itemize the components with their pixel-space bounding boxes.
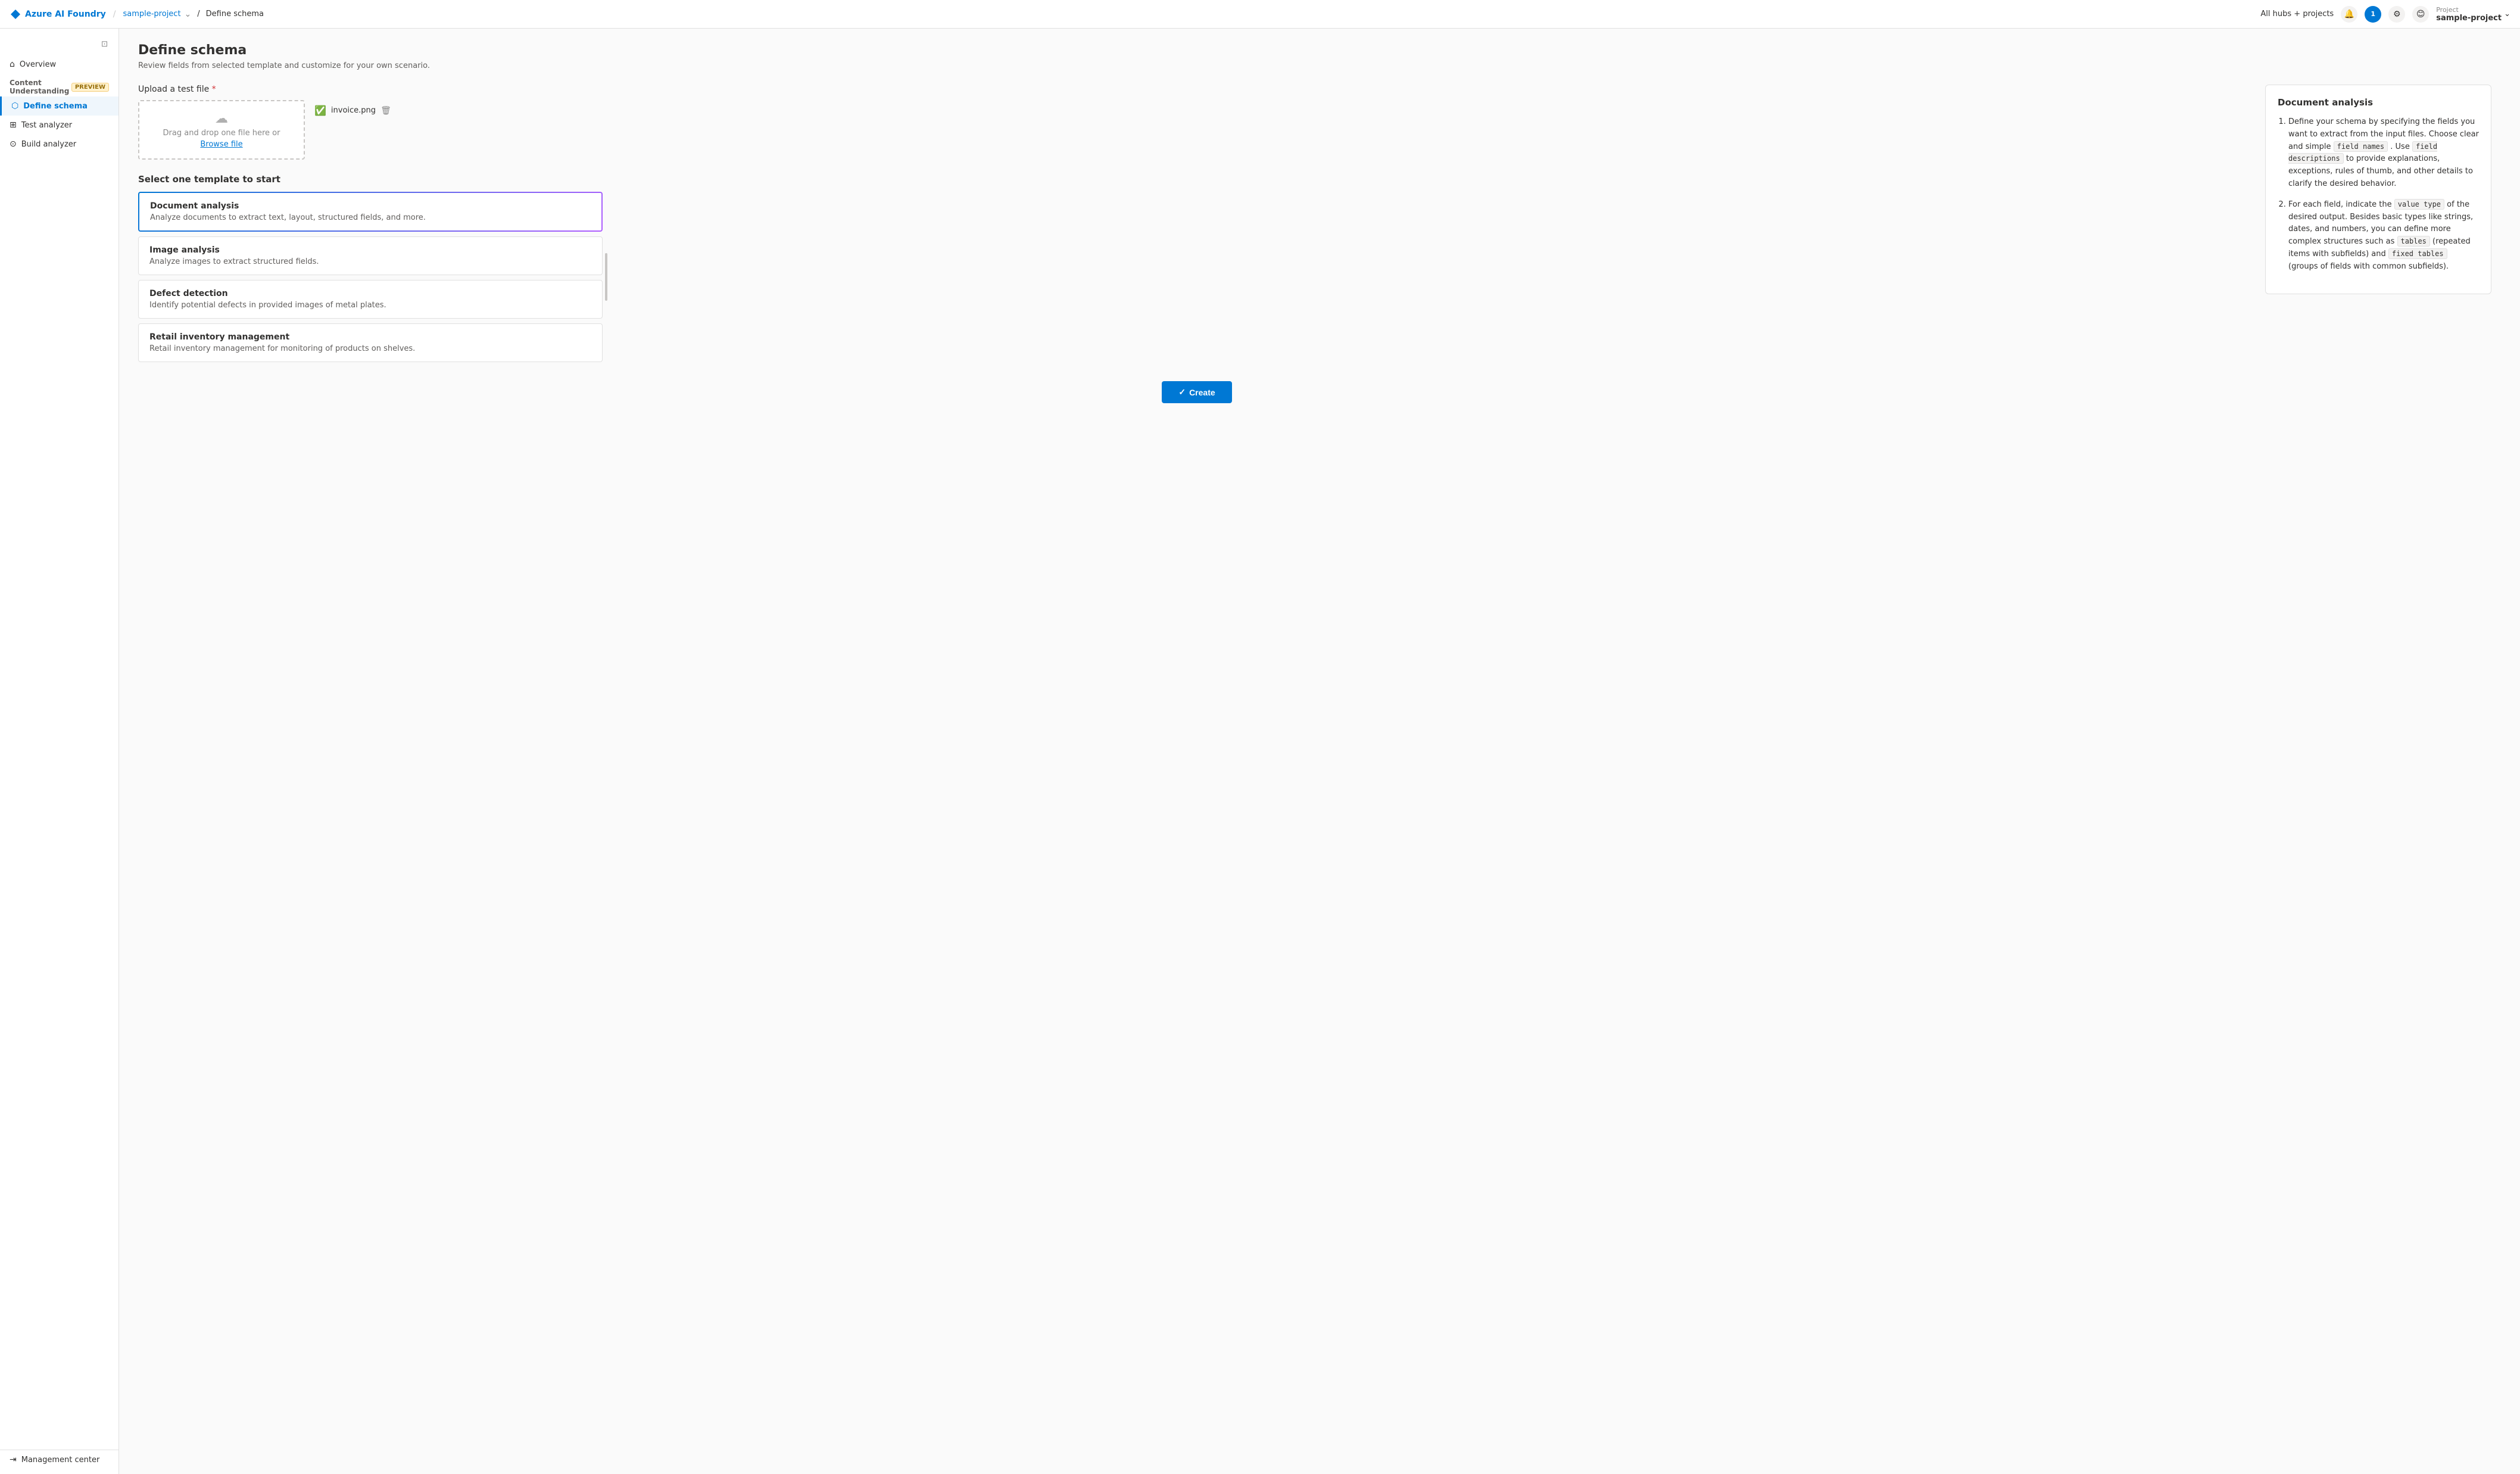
template-desc-document: Analyze documents to extract text, layou… [150, 213, 591, 222]
app-logo[interactable]: Azure AI Foundry [10, 8, 106, 20]
breadcrumb: sample-project ⌄ / Define schema [123, 10, 264, 19]
sidebar-item-build-analyzer[interactable]: ⊙ Build analyzer [0, 135, 118, 154]
delete-file-button[interactable]: 🗑 [381, 105, 391, 116]
breadcrumb-current: Define schema [206, 10, 264, 18]
template-title-defect: Defect detection [149, 289, 591, 298]
template-title-document: Document analysis [150, 201, 591, 211]
template-title-retail: Retail inventory management [149, 332, 591, 342]
all-hubs-link[interactable]: All hubs + projects [2260, 10, 2334, 18]
sidebar-overview-label: Overview [20, 60, 56, 69]
define-schema-icon: ⬡ [11, 101, 18, 111]
management-icon: ⇥ [10, 1455, 17, 1464]
help-panel-list: Define your schema by specifying the fie… [2278, 116, 2479, 273]
main-content-area: Define schema Review fields from selecte… [119, 29, 2520, 1474]
help-step2-code3: fixed tables [2388, 248, 2447, 259]
help-step2-text-after: (groups of fields with common subfields)… [2288, 262, 2449, 271]
help-step2-code2: tables [2397, 236, 2430, 247]
template-desc-image: Analyze images to extract structured fie… [149, 257, 591, 266]
uploaded-filename: invoice.png [331, 106, 376, 115]
nav-right: All hubs + projects 🔔 1 ⚙ 😊 Project samp… [2260, 6, 2510, 23]
template-card-defect-detection[interactable]: Defect detection Identify potential defe… [138, 280, 603, 319]
create-bar: ✓ Create [138, 381, 2256, 403]
template-card-retail-inventory[interactable]: Retail inventory management Retail inven… [138, 323, 603, 362]
upload-row: ☁ Drag and drop one file here or Browse … [138, 100, 2256, 160]
sidebar-item-define-schema[interactable]: ⬡ Define schema [0, 96, 118, 116]
sidebar-management-label: Management center [21, 1456, 100, 1464]
upload-label: Upload a test file * [138, 85, 2256, 94]
uploaded-file-item: ✅ invoice.png 🗑 [305, 100, 401, 121]
user-avatar[interactable]: 😊 [2412, 6, 2429, 23]
template-title-image: Image analysis [149, 245, 591, 255]
main-form: Upload a test file * ☁ Drag and drop one… [138, 85, 2256, 403]
top-navigation: Azure AI Foundry / sample-project ⌄ / De… [0, 0, 2520, 29]
app-name: Azure AI Foundry [25, 10, 106, 19]
help-step2-text-before: For each field, indicate the [2288, 200, 2392, 209]
breadcrumb-sep2: / [197, 10, 199, 18]
sidebar-section-content: Content Understanding PREVIEW [0, 74, 118, 96]
help-step-2: For each field, indicate the value type … [2288, 199, 2479, 273]
help-panel: Document analysis Define your schema by … [2265, 85, 2491, 294]
template-desc-defect: Identify potential defects in provided i… [149, 301, 591, 310]
build-analyzer-icon: ⊙ [10, 139, 17, 149]
notification-badge[interactable]: 1 [2365, 6, 2381, 23]
sidebar: ⊡ ⌂ Overview Content Understanding PREVI… [0, 29, 119, 1474]
sidebar-build-analyzer-label: Build analyzer [21, 140, 76, 149]
project-chevron[interactable]: ⌄ [2504, 10, 2510, 18]
breadcrumb-project[interactable]: sample-project [123, 10, 180, 18]
template-desc-retail: Retail inventory management for monitori… [149, 344, 591, 353]
dropzone-text: Drag and drop one file here or [163, 129, 280, 138]
overview-icon: ⌂ [10, 60, 15, 69]
file-success-icon: ✅ [314, 105, 326, 116]
page-subtitle: Review fields from selected template and… [138, 61, 2501, 70]
sidebar-define-schema-label: Define schema [23, 102, 88, 111]
scrollbar-indicator[interactable] [605, 253, 607, 301]
project-label: Project [2436, 6, 2502, 14]
page-layout: ⊡ ⌂ Overview Content Understanding PREVI… [0, 29, 2520, 1474]
help-panel-title: Document analysis [2278, 97, 2479, 108]
content-area: Upload a test file * ☁ Drag and drop one… [138, 85, 2501, 403]
help-step-1: Define your schema by specifying the fie… [2288, 116, 2479, 191]
breadcrumb-arrow: ⌄ [185, 10, 192, 19]
sidebar-test-analyzer-label: Test analyzer [21, 121, 72, 130]
required-marker: * [212, 85, 216, 94]
bell-icon[interactable]: 🔔 [2341, 6, 2357, 23]
create-checkmark-icon: ✓ [1178, 387, 1186, 397]
help-step1-text-middle: . Use [2390, 142, 2410, 151]
settings-icon[interactable]: ⚙ [2388, 6, 2405, 23]
create-button-label: Create [1189, 388, 1215, 397]
sidebar-bottom: ⇥ Management center [0, 1450, 118, 1469]
template-card-image-analysis[interactable]: Image analysis Analyze images to extract… [138, 236, 603, 275]
upload-dropzone[interactable]: ☁ Drag and drop one file here or Browse … [138, 100, 305, 160]
sidebar-section-label: Content Understanding [10, 79, 71, 95]
preview-badge: PREVIEW [71, 83, 109, 92]
templates-list: Document analysis Analyze documents to e… [138, 192, 603, 362]
page-title: Define schema [138, 43, 2501, 58]
sidebar-collapse-area: ⊡ [0, 33, 118, 55]
template-card-document-analysis[interactable]: Document analysis Analyze documents to e… [138, 192, 603, 232]
project-info[interactable]: Project sample-project ⌄ [2436, 6, 2510, 23]
test-analyzer-icon: ⊞ [10, 120, 17, 130]
sidebar-item-management[interactable]: ⇥ Management center [0, 1450, 118, 1469]
breadcrumb-sep1: / [113, 10, 116, 19]
browse-link[interactable]: Browse file [200, 140, 242, 149]
help-step1-code1: field names [2334, 141, 2388, 152]
sidebar-collapse-button[interactable]: ⊡ [100, 38, 109, 50]
project-name: sample-project [2436, 14, 2502, 23]
template-section-label: Select one template to start [138, 174, 2256, 185]
sidebar-item-overview[interactable]: ⌂ Overview [0, 55, 118, 74]
sidebar-item-test-analyzer[interactable]: ⊞ Test analyzer [0, 116, 118, 135]
help-step2-code1: value type [2394, 199, 2444, 210]
upload-icon: ☁ [215, 111, 228, 126]
create-button[interactable]: ✓ Create [1162, 381, 1231, 403]
